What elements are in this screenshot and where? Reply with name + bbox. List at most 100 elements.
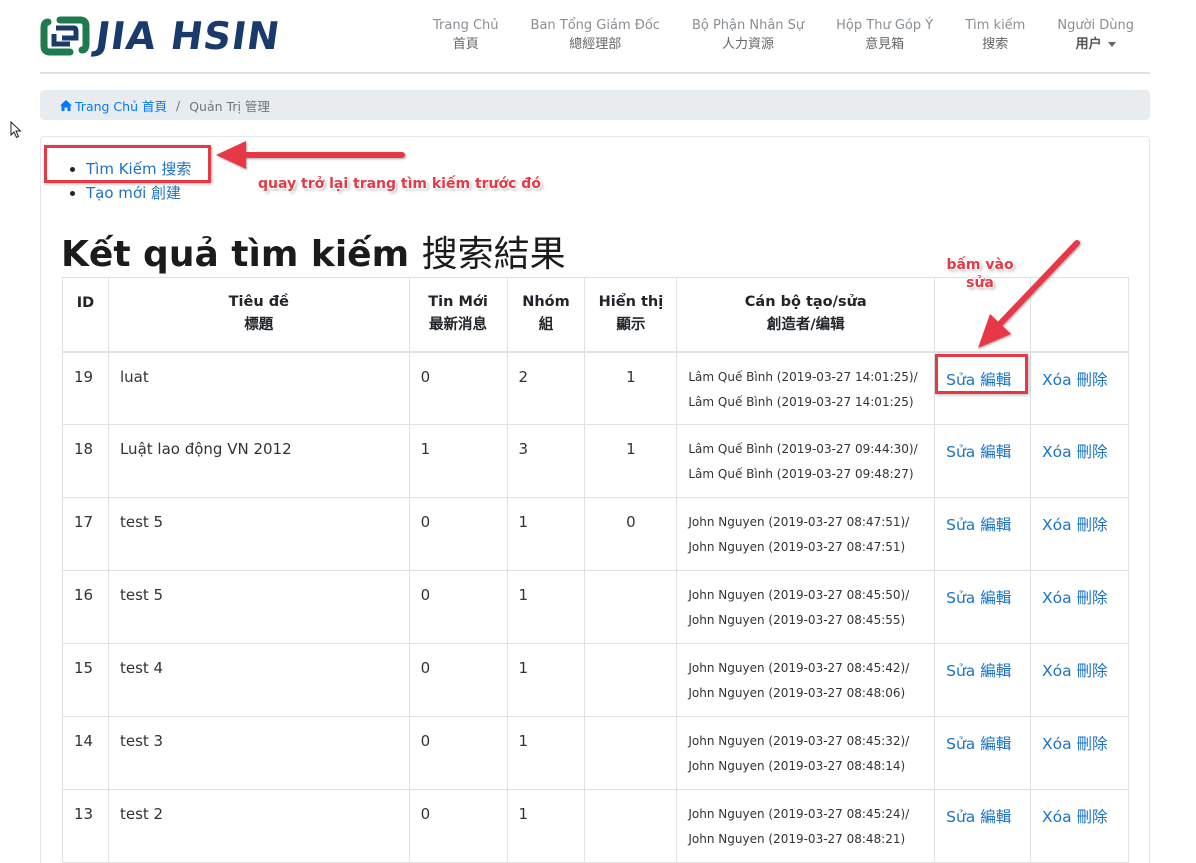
results-table: ID Tiêu đề 標題 Tin Mới 最新消息 Nhóm 組 Hiển thị 顯…	[62, 277, 1129, 863]
nav-user-sub: 用户	[1075, 37, 1102, 52]
annotation-edit-note: bấm vào sửa	[946, 257, 1014, 291]
cell-delete: Xóa 刪除	[1030, 351, 1129, 425]
cell-delete: Xóa 刪除	[1030, 424, 1129, 498]
cell-id: 15	[62, 643, 109, 717]
nav-suggestion-box[interactable]: Hộp Thư Góp Ý 意見箱	[820, 16, 949, 54]
cell-edit: Sửa 編輯	[934, 716, 1032, 790]
cell-title: luat	[107, 351, 410, 425]
cell-creator: Lâm Quế Bình (2019-03-27 14:01:25)/Lâm Q…	[676, 351, 936, 425]
cell-display: 0	[584, 497, 678, 571]
delete-link[interactable]: Xóa 刪除	[1042, 443, 1108, 461]
cell-news: 0	[408, 789, 508, 863]
edit-link[interactable]: Sửa 編輯	[946, 371, 1011, 389]
cell-id: 13	[62, 789, 109, 863]
cell-group: 1	[506, 570, 586, 644]
breadcrumb-current: Quản Trị 管理	[189, 98, 270, 114]
cell-delete: Xóa 刪除	[1030, 716, 1129, 790]
page-title-vi: Kết quả tìm kiếm	[61, 234, 410, 275]
breadcrumb-home-link[interactable]: Trang Chủ 首頁	[60, 96, 167, 115]
nav-human-resources[interactable]: Bộ Phận Nhân Sự 人力資源	[676, 16, 820, 54]
nav-hr-sub: 人力資源	[722, 37, 775, 52]
breadcrumb: Trang Chủ 首頁 / Quản Trị 管理	[40, 90, 1150, 120]
nav-search[interactable]: Tìm kiếm 搜索	[949, 16, 1041, 54]
table-row: 16 test 5 0 1 John Nguyen (2019-03-27 08:45:…	[62, 570, 1129, 644]
cell-creator: John Nguyen (2019-03-27 08:45:42)/John N…	[676, 643, 936, 717]
cell-group: 1	[506, 643, 586, 717]
table-row: 15 test 4 0 1 John Nguyen (2019-03-27 08:45:…	[62, 643, 1129, 717]
create-link[interactable]: Tạo mới 創建	[86, 184, 181, 202]
column-header-delete	[1030, 277, 1129, 353]
table-row: 19 luat 0 2 1 Lâm Quế Bình (2019-03-27 14:01:…	[62, 351, 1129, 425]
page-title-zh: 搜索結果	[421, 234, 566, 275]
cell-id: 18	[62, 424, 109, 498]
cell-news: 0	[408, 497, 508, 571]
nav-board-of-directors[interactable]: Ban Tổng Giám Đốc 總經理部	[515, 16, 676, 54]
column-header-display: Hiển thị 顯示	[584, 277, 678, 353]
edit-link[interactable]: Sửa 編輯	[946, 735, 1011, 753]
cell-title: test 3	[107, 716, 410, 790]
column-header-title: Tiêu đề 標題	[107, 277, 410, 353]
annotation-back-note: quay trở lại trang tìm kiếm trước đó	[258, 176, 541, 192]
cell-news: 0	[408, 351, 508, 425]
caret-down-icon	[1107, 42, 1116, 47]
breadcrumb-separator: /	[175, 97, 181, 113]
cell-delete: Xóa 刪除	[1030, 497, 1129, 571]
delete-link[interactable]: Xóa 刪除	[1042, 589, 1108, 607]
cell-group: 1	[506, 716, 586, 790]
edit-link[interactable]: Sửa 編輯	[946, 808, 1011, 826]
navbar: JIA HSIN Trang Chủ 首頁 Ban Tổng Giám Đốc …	[40, 0, 1150, 74]
nav-user-label: Người Dùng	[1057, 18, 1134, 33]
edit-link[interactable]: Sửa 編輯	[946, 443, 1011, 461]
delete-link[interactable]: Xóa 刪除	[1042, 735, 1108, 753]
cell-title: Luật lao động VN 2012	[107, 424, 410, 498]
nav-search-sub: 搜索	[982, 37, 1009, 52]
nav-search-label: Tìm kiếm	[965, 18, 1026, 33]
cell-display: 1	[584, 424, 678, 498]
jia-hsin-logo[interactable]: JIA HSIN	[40, 11, 284, 61]
column-header-group: Nhóm 組	[506, 277, 586, 353]
nav-home[interactable]: Trang Chủ 首頁	[417, 16, 515, 54]
delete-link[interactable]: Xóa 刪除	[1042, 371, 1108, 389]
cell-edit: Sửa 編輯	[934, 351, 1032, 425]
delete-link[interactable]: Xóa 刪除	[1042, 662, 1108, 680]
edit-link[interactable]: Sửa 編輯	[946, 662, 1011, 680]
search-link[interactable]: Tìm Kiếm 搜索	[86, 160, 191, 178]
mouse-cursor-icon	[10, 121, 22, 139]
cell-creator: John Nguyen (2019-03-27 08:45:32)/John N…	[676, 716, 936, 790]
delete-link[interactable]: Xóa 刪除	[1042, 516, 1108, 534]
cell-edit: Sửa 編輯	[934, 570, 1032, 644]
delete-link[interactable]: Xóa 刪除	[1042, 808, 1108, 826]
nav-suggestion-label: Hộp Thư Góp Ý	[836, 18, 934, 33]
cell-title: test 5	[107, 497, 410, 571]
edit-link[interactable]: Sửa 編輯	[946, 589, 1011, 607]
cell-id: 16	[62, 570, 109, 644]
cell-display	[584, 570, 678, 644]
cell-delete: Xóa 刪除	[1030, 643, 1129, 717]
cell-display: 1	[584, 351, 678, 425]
cell-group: 3	[506, 424, 586, 498]
cell-group: 2	[506, 351, 586, 425]
cell-delete: Xóa 刪除	[1030, 570, 1129, 644]
list-item: Tạo mới 創建	[86, 181, 191, 205]
cell-group: 1	[506, 789, 586, 863]
cell-news: 1	[408, 424, 508, 498]
column-header-news: Tin Mới 最新消息	[408, 277, 508, 353]
logo-text: JIA HSIN	[92, 14, 284, 58]
edit-link[interactable]: Sửa 編輯	[946, 516, 1011, 534]
column-header-creator: Cán bộ tạo/sửa 創造者/编辑	[676, 277, 936, 353]
cell-group: 1	[506, 497, 586, 571]
cell-edit: Sửa 編輯	[934, 497, 1032, 571]
cell-delete: Xóa 刪除	[1030, 789, 1129, 863]
table-row: 17 test 5 0 1 0 John Nguyen (2019-03-27 08:47…	[62, 497, 1129, 571]
nav-board-sub: 總經理部	[569, 37, 622, 52]
cell-id: 17	[62, 497, 109, 571]
cell-edit: Sửa 編輯	[934, 643, 1032, 717]
cell-title: test 4	[107, 643, 410, 717]
nav-user-dropdown[interactable]: Người Dùng 用户	[1041, 16, 1150, 54]
cell-title: test 2	[107, 789, 410, 863]
cell-display	[584, 643, 678, 717]
nav-hr-label: Bộ Phận Nhân Sự	[691, 18, 805, 33]
nav-suggestion-sub: 意見箱	[865, 37, 905, 52]
cell-id: 19	[62, 351, 109, 425]
breadcrumb-home-label: Trang Chủ 首頁	[75, 98, 167, 114]
